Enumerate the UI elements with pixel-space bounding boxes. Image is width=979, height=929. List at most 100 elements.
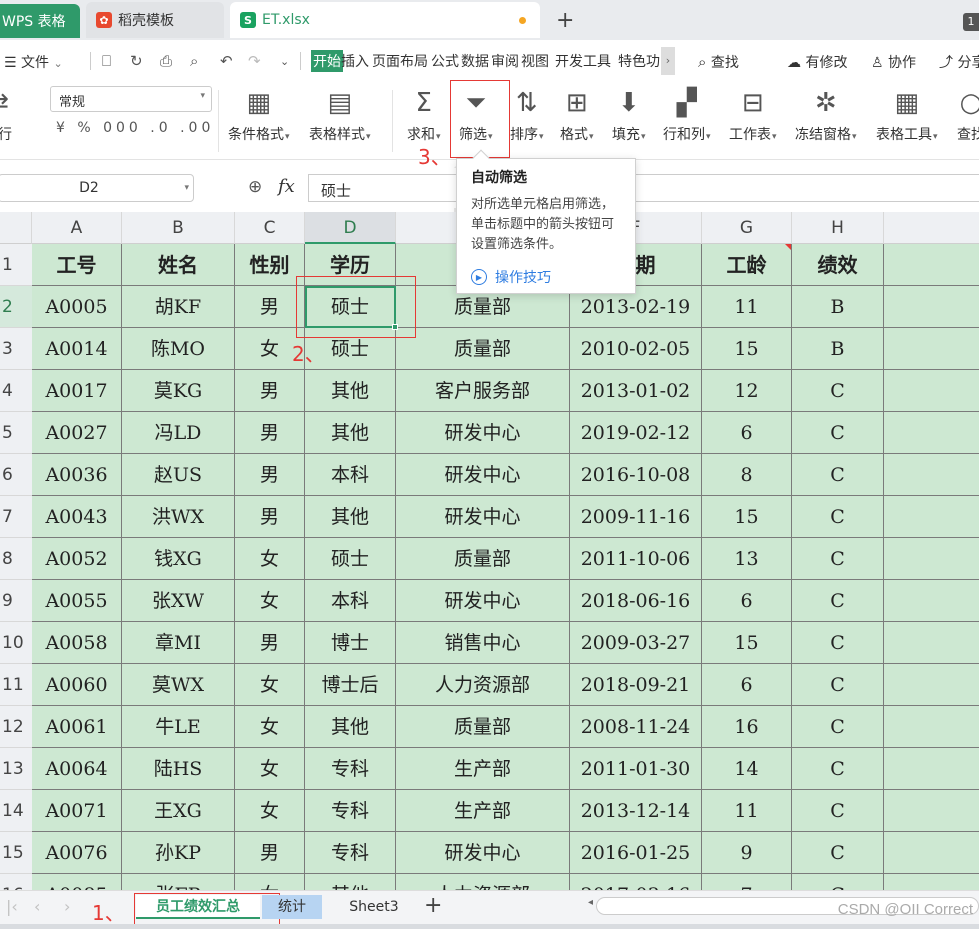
table-cell[interactable]: A0076 bbox=[32, 832, 122, 874]
ribbon-tab-data[interactable]: 数据 bbox=[461, 51, 489, 71]
add-sheet-button[interactable]: + bbox=[424, 893, 442, 918]
table-cell[interactable]: 女 bbox=[235, 538, 305, 580]
sync-icon[interactable]: ↻ bbox=[130, 52, 143, 70]
table-cell[interactable]: 男 bbox=[235, 286, 305, 328]
sum-button[interactable]: Σ 求和▾ bbox=[407, 86, 441, 144]
row-header[interactable]: 7 bbox=[0, 496, 32, 538]
table-tools-button[interactable]: ▦ 表格工具▾ bbox=[876, 86, 938, 144]
file-menu[interactable]: ☰ 文件 ⌄ bbox=[4, 52, 63, 72]
table-cell[interactable]: 15 bbox=[702, 622, 792, 664]
first-sheet-icon[interactable]: |‹ bbox=[6, 897, 18, 916]
table-cell[interactable] bbox=[884, 328, 979, 370]
table-cell[interactable]: 其他 bbox=[305, 496, 396, 538]
table-cell[interactable]: C bbox=[792, 370, 884, 412]
ribbon-tab-insert[interactable]: 插入 bbox=[341, 51, 369, 71]
table-cell[interactable]: 赵US bbox=[122, 454, 235, 496]
new-tab-button[interactable]: + bbox=[556, 8, 574, 33]
table-cell[interactable]: 12 bbox=[702, 370, 792, 412]
table-cell[interactable]: 15 bbox=[702, 328, 792, 370]
table-header-cell[interactable]: 绩效 bbox=[792, 244, 884, 286]
tips-link[interactable]: ▶ 操作技巧 bbox=[471, 267, 621, 287]
table-cell[interactable]: 2011-01-30 bbox=[570, 748, 702, 790]
table-cell[interactable] bbox=[884, 370, 979, 412]
table-cell[interactable]: 研发中心 bbox=[396, 580, 570, 622]
table-cell[interactable]: 女 bbox=[235, 580, 305, 622]
table-cell[interactable]: 生产部 bbox=[396, 748, 570, 790]
table-cell[interactable]: 研发中心 bbox=[396, 454, 570, 496]
ribbon-tab-home[interactable]: 开始 bbox=[311, 50, 343, 72]
table-cell[interactable]: 15 bbox=[702, 496, 792, 538]
table-cell[interactable]: 8 bbox=[702, 454, 792, 496]
table-cell[interactable]: 专科 bbox=[305, 832, 396, 874]
table-cell[interactable]: A0036 bbox=[32, 454, 122, 496]
table-cell[interactable]: 男 bbox=[235, 454, 305, 496]
name-box[interactable]: D2 ▾ bbox=[0, 174, 194, 202]
table-cell[interactable]: C bbox=[792, 706, 884, 748]
table-cell[interactable]: 9 bbox=[702, 832, 792, 874]
sheet-tab-stat[interactable]: 统计 bbox=[262, 895, 322, 919]
table-cell[interactable]: C bbox=[792, 538, 884, 580]
print-icon[interactable]: ⎙ bbox=[160, 52, 172, 70]
row-header[interactable]: 16 bbox=[0, 874, 32, 890]
table-header-cell[interactable]: 姓名 bbox=[122, 244, 235, 286]
row-header[interactable]: 5 bbox=[0, 412, 32, 454]
table-cell[interactable] bbox=[884, 244, 979, 286]
ribbon-tab-view[interactable]: 视图 bbox=[521, 51, 549, 71]
row-header[interactable]: 8 bbox=[0, 538, 32, 580]
table-cell[interactable]: A0085 bbox=[32, 874, 122, 890]
table-cell[interactable]: 2017-03-16 bbox=[570, 874, 702, 890]
table-cell[interactable]: 男 bbox=[235, 496, 305, 538]
format-button[interactable]: ⊞ 格式▾ bbox=[560, 86, 594, 144]
row-header[interactable]: 2 bbox=[0, 286, 32, 328]
table-cell[interactable]: 2011-10-06 bbox=[570, 538, 702, 580]
table-cell[interactable]: 张FP bbox=[122, 874, 235, 890]
table-cell[interactable]: 2013-12-14 bbox=[570, 790, 702, 832]
table-cell[interactable]: A0027 bbox=[32, 412, 122, 454]
table-cell[interactable]: C bbox=[792, 748, 884, 790]
table-cell[interactable]: C bbox=[792, 496, 884, 538]
table-cell[interactable]: 人力资源部 bbox=[396, 664, 570, 706]
window-count-badge[interactable]: 1 bbox=[963, 13, 979, 31]
table-cell[interactable]: 14 bbox=[702, 748, 792, 790]
table-cell[interactable]: A0055 bbox=[32, 580, 122, 622]
table-cell[interactable]: 冯LD bbox=[122, 412, 235, 454]
table-cell[interactable]: 其他 bbox=[305, 874, 396, 890]
ribbon-tab-features[interactable]: 特色功 bbox=[618, 51, 660, 71]
find-button[interactable]: ○ 查找 bbox=[957, 86, 979, 144]
table-cell[interactable]: A0061 bbox=[32, 706, 122, 748]
table-cell[interactable]: 胡KF bbox=[122, 286, 235, 328]
formula-input[interactable]: 硕士 bbox=[308, 174, 979, 202]
table-cell[interactable]: 莫WX bbox=[122, 664, 235, 706]
table-cell[interactable]: 其他 bbox=[305, 412, 396, 454]
select-all-corner[interactable] bbox=[0, 212, 32, 244]
table-header-cell[interactable]: 工龄 bbox=[702, 244, 792, 286]
table-cell[interactable]: 客户服务部 bbox=[396, 370, 570, 412]
table-cell[interactable]: 王XG bbox=[122, 790, 235, 832]
table-cell[interactable]: 本科 bbox=[305, 454, 396, 496]
table-cell[interactable] bbox=[884, 622, 979, 664]
row-header[interactable]: 4 bbox=[0, 370, 32, 412]
table-cell[interactable]: 陈MO bbox=[122, 328, 235, 370]
table-cell[interactable]: 女 bbox=[235, 664, 305, 706]
table-cell[interactable]: B bbox=[792, 328, 884, 370]
table-cell[interactable]: 11 bbox=[702, 286, 792, 328]
redo-icon[interactable]: ↷ bbox=[248, 52, 261, 70]
collaborate-button[interactable]: ♙ 协作 bbox=[871, 52, 916, 72]
table-cell[interactable]: A0060 bbox=[32, 664, 122, 706]
table-cell[interactable]: 质量部 bbox=[396, 706, 570, 748]
table-cell[interactable]: 牛LE bbox=[122, 706, 235, 748]
table-cell[interactable]: 6 bbox=[702, 664, 792, 706]
row-header[interactable]: 14 bbox=[0, 790, 32, 832]
zoom-icon[interactable]: ⊕ bbox=[248, 177, 262, 197]
table-cell[interactable]: 6 bbox=[702, 412, 792, 454]
prev-sheet-icon[interactable]: ‹ bbox=[34, 897, 40, 916]
table-header-cell[interactable]: 性别 bbox=[235, 244, 305, 286]
table-cell[interactable]: A0064 bbox=[32, 748, 122, 790]
table-cell[interactable] bbox=[884, 496, 979, 538]
tab-et-xlsx[interactable]: S ET.xlsx bbox=[230, 2, 540, 38]
row-col-button[interactable]: ▞ 行和列▾ bbox=[663, 86, 711, 144]
row-header[interactable]: 1 bbox=[0, 244, 32, 286]
table-cell[interactable]: 2009-03-27 bbox=[570, 622, 702, 664]
conditional-format-button[interactable]: ▦ 条件格式▾ bbox=[228, 86, 290, 144]
table-cell[interactable]: A0071 bbox=[32, 790, 122, 832]
